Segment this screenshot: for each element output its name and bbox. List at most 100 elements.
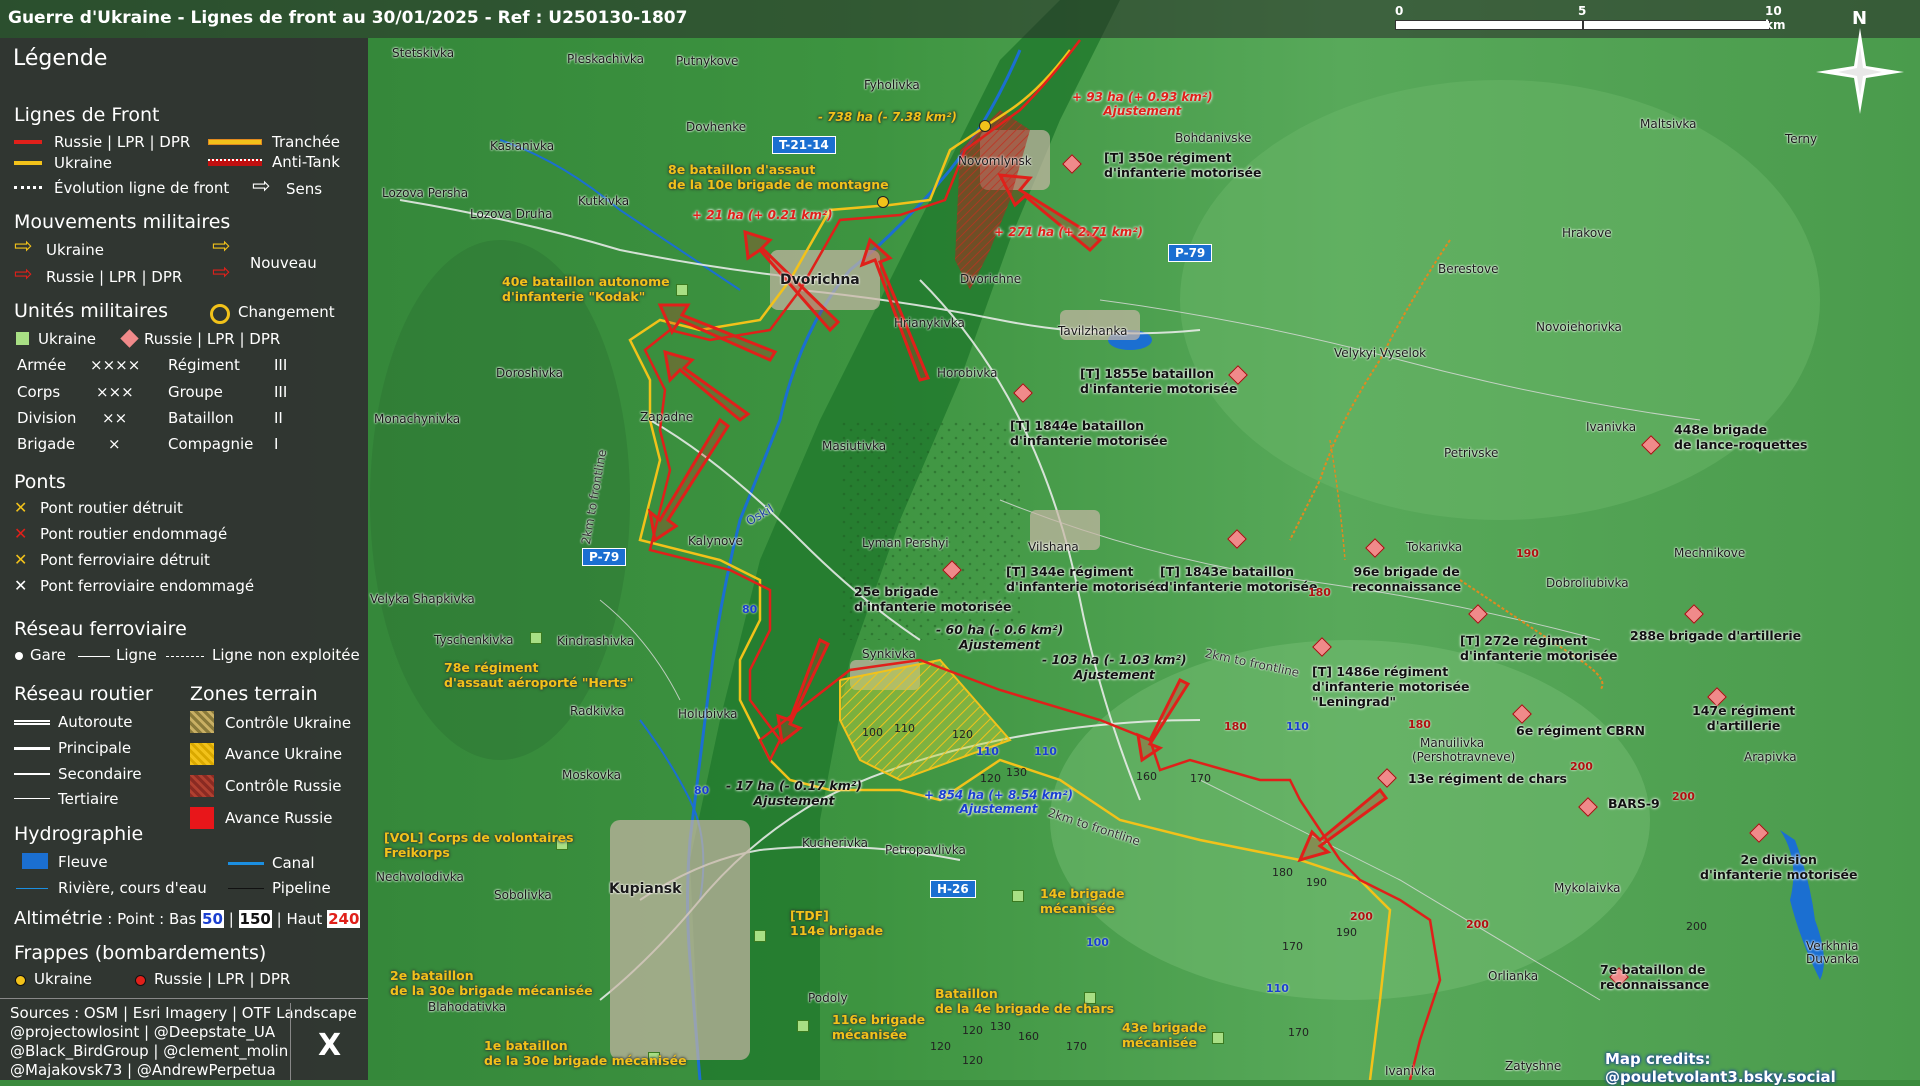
elevation-mid: 120 xyxy=(980,772,1001,785)
place-label: Ivanivka xyxy=(1385,1064,1436,1078)
legend-antitank: Anti-Tank xyxy=(272,153,340,171)
russia-unit-label: [T] 350e régiment d'infanterie motorisée xyxy=(1104,150,1262,180)
place-label: Moskovka xyxy=(562,768,622,782)
zone-russia-control-swatch xyxy=(190,775,214,797)
place-label: Pleskachivka xyxy=(567,52,645,66)
place-label: Velyka Shapkivka xyxy=(370,592,475,606)
place-label: Synkivka xyxy=(862,647,916,661)
zone-ukraine-advance: Avance Ukraine xyxy=(225,745,343,763)
place-label: Dobroliubivka xyxy=(1546,576,1629,590)
strikes-heading: Frappes (bombardements) xyxy=(14,942,267,964)
bridge-road-destroyed: Pont routier détruit xyxy=(40,499,183,517)
map-credits: Map credits: @pouletvolant3.bsky.social xyxy=(1605,1050,1836,1086)
zone-ukraine-advance-swatch xyxy=(190,743,214,765)
ukraine-unit-icon[interactable] xyxy=(530,632,542,644)
ukraine-arrow-icon: ⇨ xyxy=(14,234,33,259)
ukraine-unit-icon[interactable] xyxy=(676,284,688,296)
source-line-1: Sources : OSM | Esri Imagery | OTF Lands… xyxy=(10,1004,357,1022)
ukraine-unit-icon[interactable] xyxy=(797,1020,809,1032)
station-icon xyxy=(15,652,23,660)
legend-stream: Rivière, cours d'eau xyxy=(58,879,207,897)
elevation-high: 180 xyxy=(1408,718,1431,731)
unit-regiment: Régiment xyxy=(168,356,240,374)
zone-russia-advance-swatch xyxy=(190,807,214,829)
zone-russia-control: Contrôle Russie xyxy=(225,777,342,795)
legend-river: Fleuve xyxy=(58,853,108,871)
scale-label-0: 0 xyxy=(1395,4,1404,18)
russia-unit-label: [T] 1486e régiment d'infanterie motorisé… xyxy=(1312,664,1470,709)
elevation-mid: 160 xyxy=(1018,1030,1039,1043)
strike-russia-icon xyxy=(135,975,146,986)
ukraine-unit-label: 116e brigade mécanisée xyxy=(832,1012,926,1042)
hydro-heading: Hydrographie xyxy=(14,823,144,845)
unit-division: Division xyxy=(17,409,77,427)
elevation-mid: 170 xyxy=(1190,772,1211,785)
legend-altimetry: Altimétrie : Point : Bas 50 | 150 | Haut… xyxy=(14,908,361,929)
unit-army-symbol: ×××× xyxy=(90,356,141,374)
place-label: Kasianivka xyxy=(490,139,555,153)
legend-strike-russia: Russie | LPR | DPR xyxy=(154,970,291,988)
elevation-mid: 170 xyxy=(1066,1040,1087,1053)
place-label: Kalynove xyxy=(688,534,743,548)
altimetry-low: 50 xyxy=(201,910,224,928)
legend-russia-line: Russie | LPR | DPR xyxy=(54,133,191,151)
place-label: Holubivka xyxy=(678,707,738,721)
elevation-high: 180 xyxy=(1308,586,1331,599)
place-label: (Pershotravneve) xyxy=(1412,750,1516,764)
scale-bar: 0 5 10 km xyxy=(1395,4,1785,32)
unit-battalion-symbol: II xyxy=(274,409,283,427)
altimetry-sep1: | xyxy=(228,910,234,928)
place-label: Nechvolodivka xyxy=(376,870,464,884)
place-label: Tavilzhanka xyxy=(1058,324,1128,338)
area-change-label: + 271 ha (+ 2.71 km²) xyxy=(994,225,1144,239)
unit-corps: Corps xyxy=(17,383,61,401)
russia-unit-label: 96e brigade de reconnaissance xyxy=(1352,564,1462,594)
movements-heading: Mouvements militaires xyxy=(14,211,231,233)
unit-regiment-symbol: III xyxy=(274,356,288,374)
ukraine-unit-icon[interactable] xyxy=(1012,890,1024,902)
road-tertiary: Tertiaire xyxy=(58,790,119,808)
elevation-mid: 180 xyxy=(1272,866,1293,879)
russia-unit-icon xyxy=(120,329,139,348)
north-arrow-icon: N xyxy=(1810,6,1910,116)
ukraine-unit-label: Bataillon de la 4e brigade de chars xyxy=(935,986,1115,1016)
place-label: Velykyi Vyselok xyxy=(1334,346,1427,360)
place-label: Petropavlivka xyxy=(885,843,966,857)
place-label: Zapadne xyxy=(640,410,694,424)
rail-heading: Réseau ferroviaire xyxy=(14,618,187,640)
road-bridge-destroyed-icon: ✕ xyxy=(14,498,28,517)
elevation-mid: 190 xyxy=(1336,926,1357,939)
unit-group-symbol: III xyxy=(274,383,288,401)
road-label-p79-north: P-79 xyxy=(1168,244,1213,262)
place-label: Orlianka xyxy=(1488,969,1539,983)
elevation-high: 180 xyxy=(1224,720,1247,733)
strike-ukraine-marker xyxy=(979,120,991,132)
ukraine-unit-icon[interactable] xyxy=(1212,1032,1224,1044)
russia-unit-label: 288e brigade d'artillerie xyxy=(1630,628,1802,643)
ukraine-unit-icon[interactable] xyxy=(754,930,766,942)
place-label: Blahodativka xyxy=(428,1000,507,1014)
page-title: Guerre d'Ukraine - Lignes de front au 30… xyxy=(8,8,688,28)
place-label: Doroshivka xyxy=(496,366,563,380)
zone-russia-advance: Avance Russie xyxy=(225,809,333,827)
x-logo-icon[interactable]: X xyxy=(318,1028,341,1063)
elevation-high: 200 xyxy=(1570,760,1593,773)
altimetry-high: 240 xyxy=(327,910,361,928)
altimetry-mid: 150 xyxy=(238,910,272,928)
russia-unit-label: [T] 1843e bataillon d'infanterie motoris… xyxy=(1160,564,1318,594)
elevation-mid: 120 xyxy=(962,1054,983,1067)
place-label: Horobivka xyxy=(937,366,998,380)
ukraine-unit-label: [VOL] Corps de volontaires Freikorps xyxy=(384,830,574,860)
legend-pipeline: Pipeline xyxy=(272,879,331,897)
source-line-2: @projectowlosint | @Deepstate_UA xyxy=(10,1023,276,1041)
place-label: Novomlynsk xyxy=(958,154,1032,168)
legend-direction: Sens xyxy=(286,180,323,198)
place-label: Dvorichne xyxy=(960,272,1022,286)
place-label: Novoiehorivka xyxy=(1536,320,1622,334)
road-label-h26: H-26 xyxy=(930,880,976,898)
road-label-t2114: T-21-14 xyxy=(772,136,836,154)
elevation-mid: 130 xyxy=(1006,766,1027,779)
area-change-label: - 60 ha (- 0.6 km²) Ajustement xyxy=(936,622,1064,652)
direction-arrow-icon: ⇨ xyxy=(252,174,271,199)
zone-ukraine-control-swatch xyxy=(190,711,214,733)
